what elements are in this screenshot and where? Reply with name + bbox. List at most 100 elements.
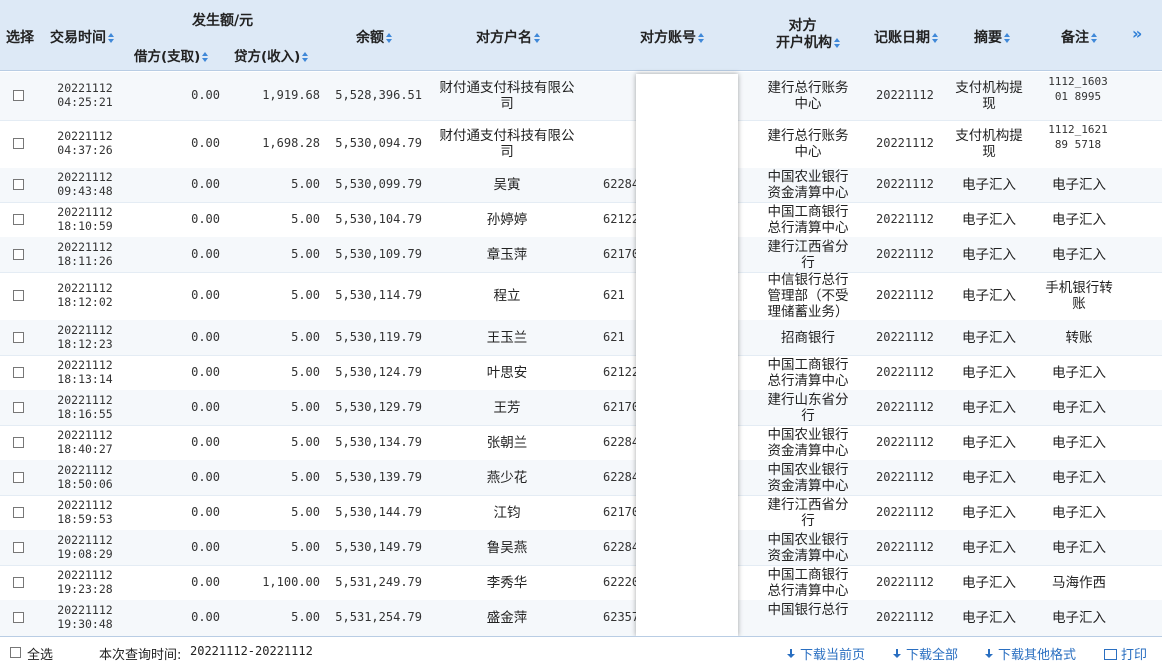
- booking-date: 20221112: [876, 574, 934, 589]
- header-summary-label: 摘要: [974, 30, 1002, 46]
- header-remark[interactable]: 备注: [1061, 27, 1098, 47]
- sort-icon[interactable]: [202, 51, 209, 63]
- transaction-date-part: 20221112: [57, 392, 113, 407]
- row-checkbox[interactable]: [13, 541, 24, 553]
- counterparty-name: 孙婷婷: [486, 211, 528, 228]
- counterparty-bank: 中国工商银行总行清算中心: [767, 203, 849, 236]
- summary-text: 电子汇入: [962, 364, 1016, 381]
- transaction-time: 20221112 18:13:14: [55, 358, 115, 386]
- counterparty-name: 鲁吴燕: [486, 539, 528, 556]
- row-checkbox[interactable]: [13, 90, 24, 101]
- transaction-time: 20221112 18:59:53: [55, 498, 115, 526]
- transaction-clock-part: 04:37:26: [57, 143, 113, 157]
- sort-icon[interactable]: [302, 51, 309, 63]
- table-row: 20221112 18:11:26 0.00 5.00 5,530,109.79 章玉萍 6…: [0, 237, 1162, 273]
- counterparty-bank: 中国农业银行资金清算中心: [767, 461, 849, 494]
- transaction-clock-part: 18:10:59: [57, 218, 113, 233]
- row-checkbox[interactable]: [13, 138, 24, 149]
- transaction-date-part: 20221112: [57, 357, 113, 372]
- transaction-clock-part: 19:08:29: [57, 546, 113, 561]
- select-all-checkbox[interactable]: [10, 647, 21, 658]
- sort-icon[interactable]: [834, 37, 841, 49]
- debit-amount: 0.00: [191, 364, 220, 379]
- header-account[interactable]: 对方账号: [640, 27, 705, 47]
- transaction-clock-part: 18:13:14: [57, 371, 113, 386]
- sort-icon[interactable]: [1091, 32, 1098, 44]
- row-checkbox[interactable]: [13, 471, 24, 483]
- remark-text: 转账: [1065, 329, 1093, 346]
- print-link[interactable]: 打印: [1104, 644, 1147, 663]
- download-page-link[interactable]: 下载当前页: [786, 644, 865, 663]
- header-date[interactable]: 记账日期: [874, 27, 939, 47]
- summary-text: 支付机构提现: [955, 128, 1023, 160]
- debit-amount: 0.00: [191, 434, 220, 449]
- transaction-time: 20221112 09:43:48: [55, 170, 115, 198]
- counterparty-bank: 建行江西省分行: [767, 496, 849, 529]
- sort-icon[interactable]: [386, 32, 393, 44]
- redaction-mask: [636, 74, 738, 636]
- header-credit[interactable]: 贷方(收入): [234, 45, 309, 65]
- booking-date: 20221112: [876, 211, 934, 226]
- download-all-link[interactable]: 下载全部: [892, 644, 958, 663]
- header-org[interactable]: 对方 开户机构: [776, 18, 841, 52]
- row-checkbox[interactable]: [13, 436, 24, 448]
- booking-date: 20221112: [876, 399, 934, 414]
- remark-text: 1112_162189 5718: [1048, 123, 1108, 151]
- counterparty-name: 张朝兰: [486, 434, 528, 451]
- row-checkbox[interactable]: [13, 506, 24, 518]
- transaction-clock-part: 18:12:02: [57, 295, 113, 309]
- download-other-link[interactable]: 下载其他格式: [984, 644, 1076, 663]
- remark-text: 电子汇入: [1052, 177, 1106, 193]
- row-checkbox[interactable]: [13, 290, 24, 301]
- header-credit-label: 贷方(收入): [234, 49, 301, 65]
- transaction-time: 20221112 19:08:29: [55, 533, 115, 561]
- summary-text: 电子汇入: [962, 246, 1016, 263]
- table-row: 20221112 19:08:29 0.00 5.00 5,530,149.79 鲁吴燕 6…: [0, 530, 1162, 566]
- counterparty-bank: 建行总行账务中心: [767, 80, 849, 112]
- booking-date: 20221112: [876, 136, 934, 150]
- counterparty-name: 章玉萍: [486, 246, 528, 263]
- counterparty-bank: 中信银行总行管理部（不受理储蓄业务）: [767, 272, 849, 320]
- summary-text: 电子汇入: [962, 399, 1016, 416]
- sort-icon[interactable]: [932, 32, 939, 44]
- row-checkbox[interactable]: [13, 576, 24, 588]
- counterparty-name: 叶思安: [486, 364, 528, 381]
- sort-icon[interactable]: [534, 32, 541, 44]
- credit-amount: 5.00: [291, 434, 320, 449]
- row-checkbox[interactable]: [13, 366, 24, 378]
- transaction-date-part: 20221112: [57, 170, 113, 184]
- more-columns-button[interactable]: »: [1132, 24, 1142, 43]
- sort-icon[interactable]: [698, 32, 705, 44]
- sort-icon[interactable]: [108, 32, 115, 44]
- counterparty-name: 王芳: [493, 399, 521, 416]
- debit-amount: 0.00: [191, 469, 220, 484]
- row-checkbox[interactable]: [13, 213, 24, 225]
- counterparty-bank: 中国工商银行总行清算中心: [767, 356, 849, 389]
- table-row: 20221112 04:37:26 0.00 1,698.28 5,530,094.79…: [0, 120, 1162, 169]
- transaction-date-part: 20221112: [57, 497, 113, 512]
- transaction-clock-part: 18:16:55: [57, 406, 113, 421]
- header-balance[interactable]: 余额: [356, 27, 393, 47]
- balance-amount: 5,530,149.79: [335, 539, 422, 554]
- row-checkbox[interactable]: [13, 248, 24, 260]
- remark-text: 电子汇入: [1052, 610, 1106, 626]
- header-debit[interactable]: 借方(支取): [134, 45, 209, 65]
- balance-amount: 5,530,129.79: [335, 399, 422, 414]
- booking-date: 20221112: [876, 539, 934, 554]
- sort-icon[interactable]: [1004, 32, 1011, 44]
- transaction-time: 20221112 18:16:55: [55, 393, 115, 421]
- credit-amount: 5.00: [291, 364, 320, 379]
- header-name[interactable]: 对方户名: [476, 27, 541, 47]
- booking-date: 20221112: [876, 434, 934, 449]
- header-time[interactable]: 交易时间: [50, 27, 115, 47]
- credit-amount: 5.00: [291, 177, 320, 191]
- row-checkbox[interactable]: [13, 331, 24, 343]
- summary-text: 电子汇入: [962, 177, 1016, 193]
- table-row: 20221112 18:10:59 0.00 5.00 5,530,104.79 孙婷婷 6…: [0, 202, 1162, 238]
- row-checkbox[interactable]: [13, 612, 24, 623]
- header-summary[interactable]: 摘要: [974, 27, 1011, 47]
- row-checkbox[interactable]: [13, 179, 24, 190]
- booking-date: 20221112: [876, 469, 934, 484]
- balance-amount: 5,530,134.79: [335, 434, 422, 449]
- row-checkbox[interactable]: [13, 401, 24, 413]
